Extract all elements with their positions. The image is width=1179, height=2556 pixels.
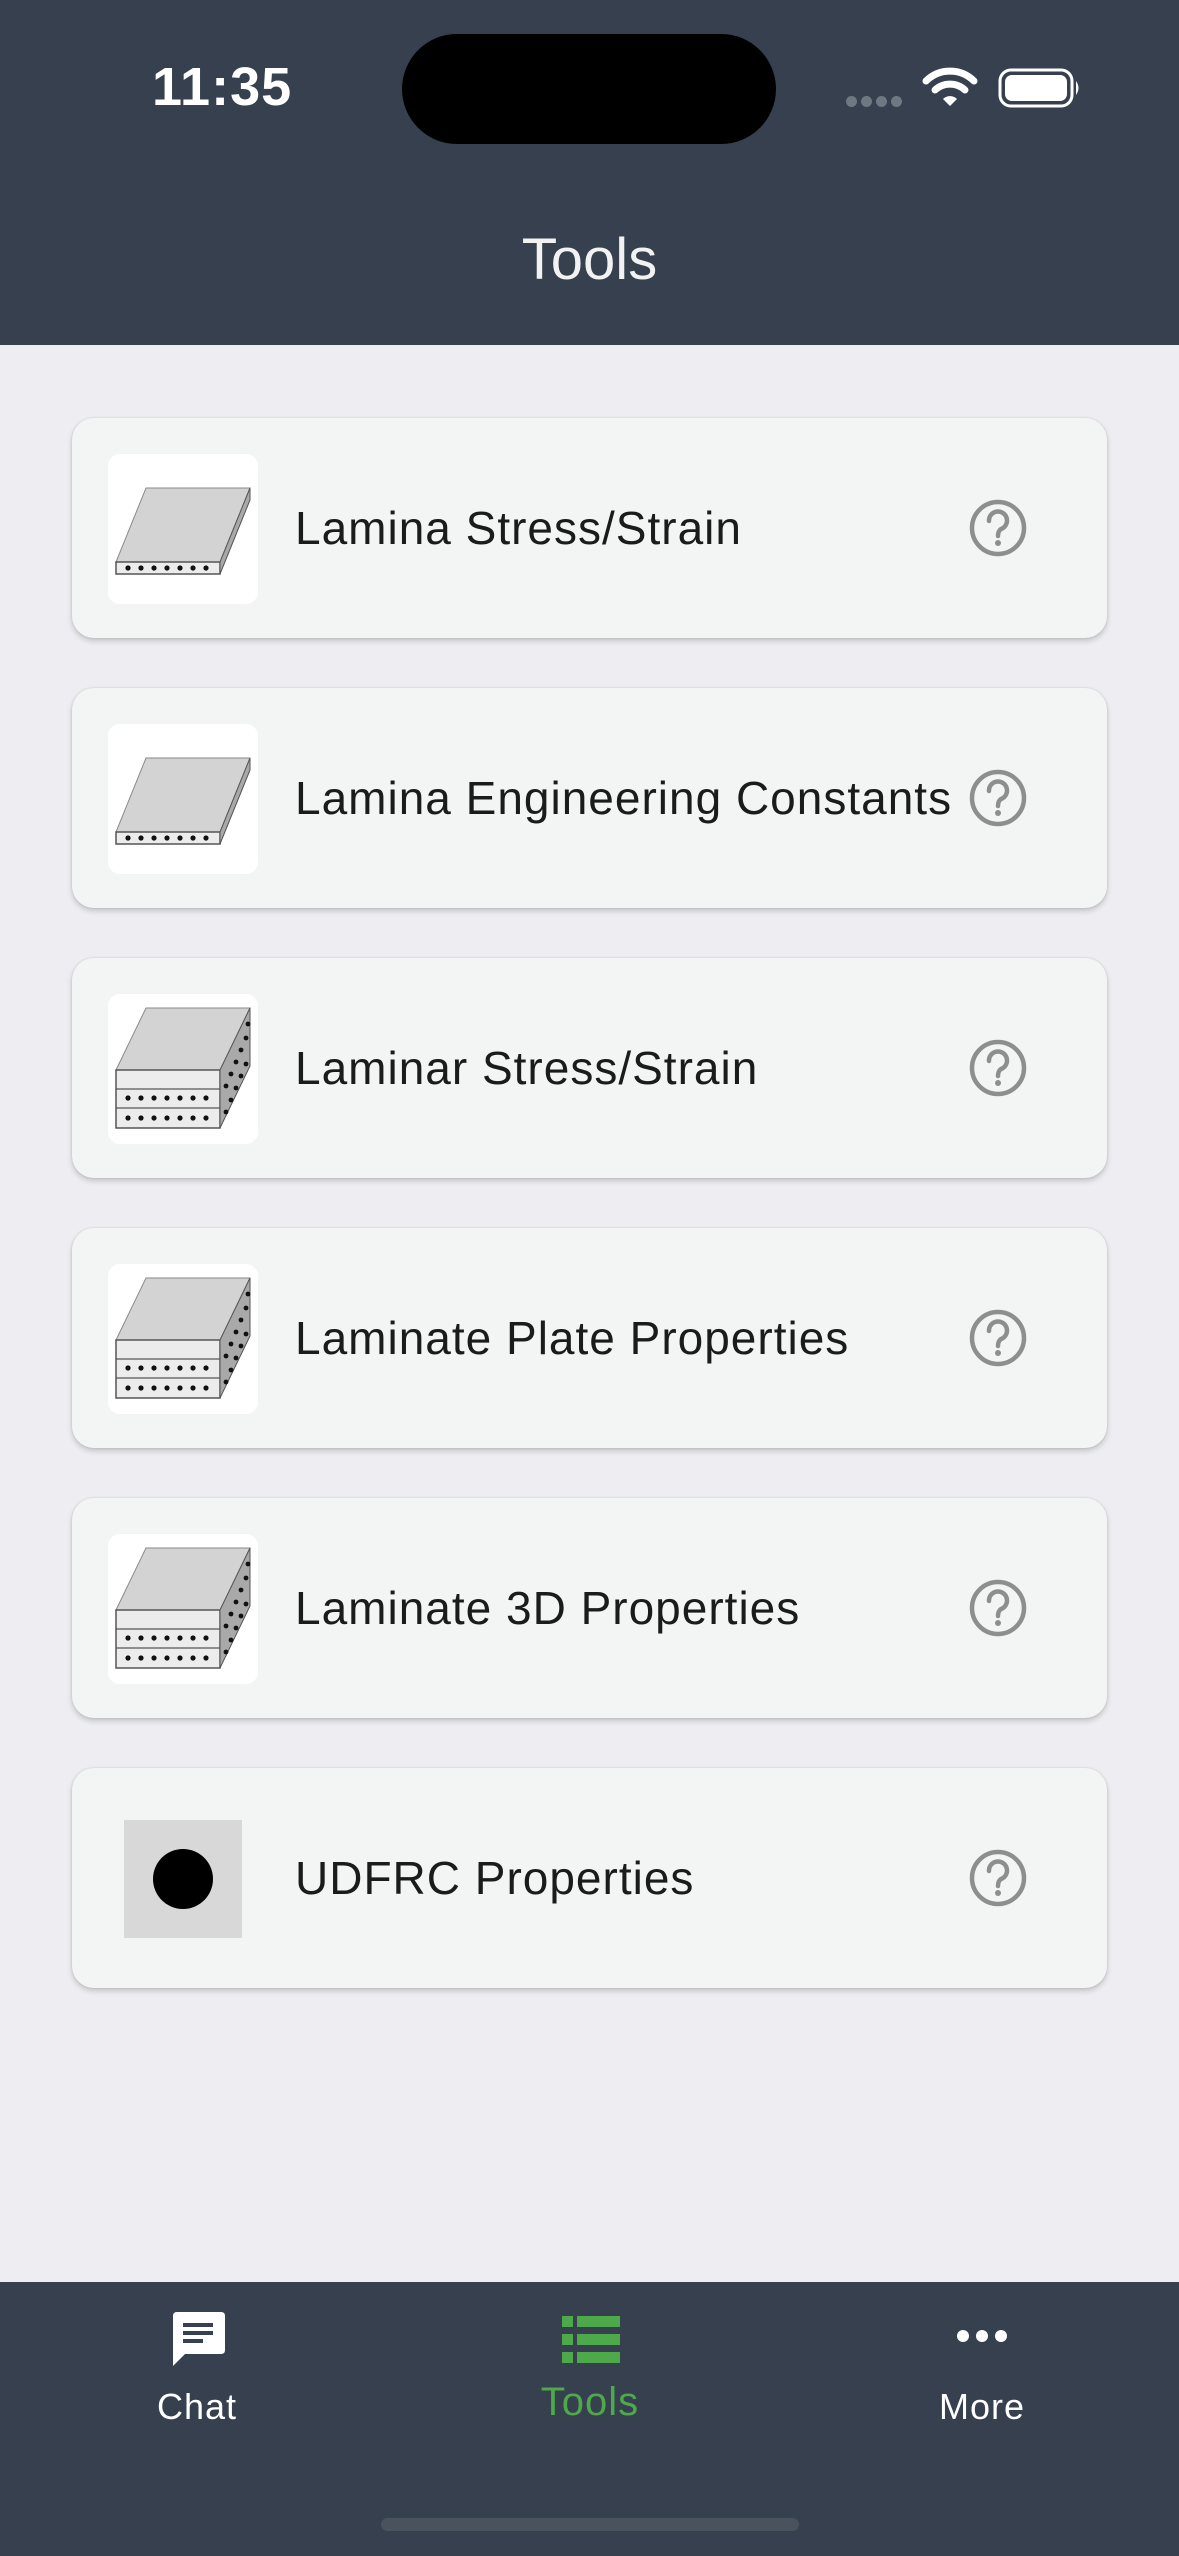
- help-icon[interactable]: [968, 768, 1028, 833]
- battery-icon: [998, 68, 1082, 113]
- cellular-signal-icon: [846, 94, 906, 112]
- help-icon[interactable]: [968, 498, 1028, 563]
- tab-tools[interactable]: Tools: [460, 2282, 720, 2472]
- tab-bar: Chat Tools More: [0, 2282, 1179, 2556]
- more-dots-icon: [957, 2330, 1007, 2342]
- tab-chat-label: Chat: [156, 2386, 238, 2427]
- tool-card-laminate-plate-properties[interactable]: Laminate Plate Properties: [72, 1228, 1107, 1448]
- header: 11:35 Tools: [0, 0, 1179, 345]
- tool-card-laminate-3d-properties[interactable]: Laminate 3D Properties: [72, 1498, 1107, 1718]
- dynamic-island: [402, 34, 776, 144]
- tab-more[interactable]: More: [852, 2282, 1112, 2472]
- tool-card-lamina-stress-strain[interactable]: Lamina Stress/Strain: [72, 418, 1107, 638]
- wifi-icon: [922, 66, 978, 113]
- tool-label: Laminar Stress/Strain: [295, 1042, 759, 1094]
- page-title: Tools: [521, 227, 658, 292]
- help-icon[interactable]: [968, 1038, 1028, 1103]
- tool-label: Laminate 3D Properties: [295, 1582, 801, 1634]
- tool-label: UDFRC Properties: [295, 1852, 695, 1904]
- list-icon: [562, 2316, 620, 2363]
- single-layer-lamina-icon: [108, 454, 258, 604]
- stacked-laminate-icon: [108, 1534, 258, 1684]
- tab-chat[interactable]: Chat: [67, 2282, 327, 2472]
- tab-more-label: More: [938, 2386, 1026, 2427]
- home-indicator: [381, 2518, 799, 2531]
- stacked-laminate-icon: [108, 1264, 258, 1414]
- single-layer-lamina-icon: [108, 724, 258, 874]
- tool-label: Laminate Plate Properties: [295, 1312, 850, 1364]
- tool-card-lamina-engineering-constants[interactable]: Lamina Engineering Constants: [72, 688, 1107, 908]
- help-icon[interactable]: [968, 1578, 1028, 1643]
- tool-label: Lamina Stress/Strain: [295, 502, 742, 554]
- help-icon[interactable]: [968, 1308, 1028, 1373]
- chat-icon: [173, 2312, 225, 2366]
- tool-label: Lamina Engineering Constants: [295, 772, 953, 824]
- help-icon[interactable]: [968, 1848, 1028, 1913]
- stacked-laminate-icon: [108, 994, 258, 1144]
- tool-card-laminar-stress-strain[interactable]: Laminar Stress/Strain: [72, 958, 1107, 1178]
- tool-card-udfrc-properties[interactable]: UDFRC Properties: [72, 1768, 1107, 1988]
- fiber-cross-section-icon: [108, 1804, 258, 1954]
- tab-tools-label: Tools: [540, 2380, 640, 2424]
- status-time: 11:35: [152, 57, 293, 117]
